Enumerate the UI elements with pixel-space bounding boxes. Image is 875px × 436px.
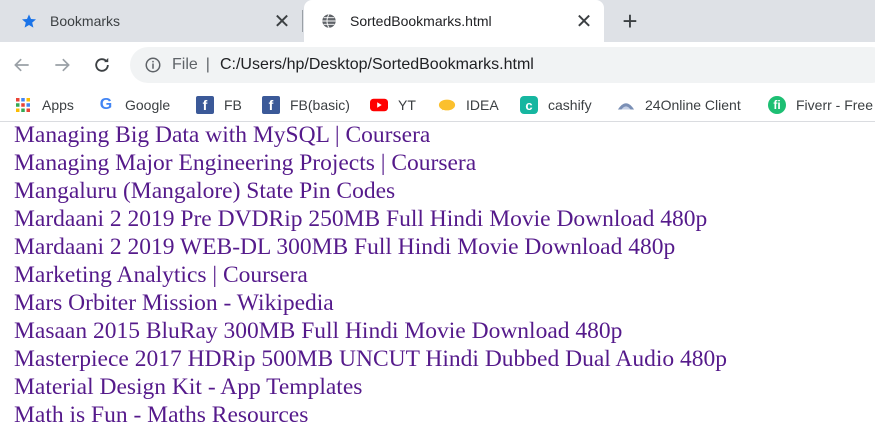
reload-icon xyxy=(95,57,109,72)
bookmark-link[interactable]: Marketing Analytics | Coursera xyxy=(14,261,875,289)
address-bar[interactable]: File | C:/Users/hp/Desktop/SortedBookmar… xyxy=(130,47,875,83)
close-tab-icon[interactable]: ✕ xyxy=(570,7,598,35)
bookmark-24online[interactable]: 24Online Client xyxy=(617,88,741,122)
bookmark-link[interactable]: Mangaluru (Mangalore) State Pin Codes xyxy=(14,177,875,205)
tab-title: SortedBookmarks.html xyxy=(350,13,492,29)
forward-button[interactable] xyxy=(48,51,76,79)
bookmark-fiverr[interactable]: fi Fiverr - Free xyxy=(768,88,873,122)
bookmark-label: FB xyxy=(224,97,242,113)
tab-bookmarks[interactable]: Bookmarks ✕ xyxy=(0,0,302,42)
bookmark-fb[interactable]: f FB xyxy=(196,88,242,122)
bookmark-link[interactable]: Masaan 2015 BluRay 300MB Full Hindi Movi… xyxy=(14,317,875,345)
bookmark-yt[interactable]: YT xyxy=(370,88,416,122)
bookmark-cashify[interactable]: c cashify xyxy=(520,88,592,122)
tab-strip: Bookmarks ✕ SortedBookmarks.html ✕ + xyxy=(0,0,875,42)
star-icon xyxy=(20,12,38,30)
bookmark-link[interactable]: Mars Orbiter Mission - Wikipedia xyxy=(14,289,875,317)
bookmark-label: Fiverr - Free xyxy=(796,97,873,113)
url-separator: | xyxy=(205,56,210,73)
apps-grid-icon xyxy=(14,96,32,114)
bookmark-label: 24Online Client xyxy=(645,97,741,113)
facebook-icon: f xyxy=(196,96,214,114)
bookmark-link[interactable]: Math is Fun - Maths Resources xyxy=(14,401,875,429)
bookmark-google[interactable]: G Google xyxy=(97,88,170,122)
back-button[interactable] xyxy=(8,51,36,79)
new-tab-button[interactable]: + xyxy=(616,6,644,36)
24online-icon xyxy=(617,96,635,114)
globe-icon xyxy=(320,12,338,30)
tab-divider xyxy=(302,10,303,32)
facebook-icon: f xyxy=(262,96,280,114)
bookmark-link[interactable]: Managing Big Data with MySQL | Coursera xyxy=(14,121,875,149)
bookmark-link[interactable]: Masterpiece 2017 HDRip 500MB UNCUT Hindi… xyxy=(14,345,875,373)
youtube-icon xyxy=(370,96,388,114)
url-text[interactable]: C:/Users/hp/Desktop/SortedBookmarks.html xyxy=(220,56,534,74)
bookmark-label: IDEA xyxy=(466,97,499,113)
bookmark-links-list: Managing Big Data with MySQL | Coursera … xyxy=(14,121,875,429)
tab-sortedbookmarks[interactable]: SortedBookmarks.html ✕ xyxy=(304,0,604,42)
idea-icon xyxy=(438,96,456,114)
bookmark-label: YT xyxy=(398,97,416,113)
fiverr-icon: fi xyxy=(768,96,786,114)
cashify-icon: c xyxy=(520,96,538,114)
reload-button[interactable] xyxy=(88,51,116,79)
tab-title: Bookmarks xyxy=(50,13,121,29)
bookmark-label: cashify xyxy=(548,97,592,113)
toolbar: File | C:/Users/hp/Desktop/SortedBookmar… xyxy=(0,42,875,88)
bookmark-label: Apps xyxy=(42,97,74,113)
url-scheme-label: File xyxy=(172,56,198,73)
bookmark-link[interactable]: Mardaani 2 2019 Pre DVDRip 250MB Full Hi… xyxy=(14,205,875,233)
bookmark-link[interactable]: Mardaani 2 2019 WEB-DL 300MB Full Hindi … xyxy=(14,233,875,261)
arrow-left-icon xyxy=(14,58,29,72)
bookmarks-bar: Apps G Google f FB f FB(basic) YT IDEA c… xyxy=(0,88,875,122)
bookmark-label: FB(basic) xyxy=(290,97,350,113)
bookmark-link[interactable]: Managing Major Engineering Projects | Co… xyxy=(14,149,875,177)
arrow-right-icon xyxy=(55,58,70,72)
close-tab-icon[interactable]: ✕ xyxy=(268,7,296,35)
google-icon: G xyxy=(99,96,113,113)
bookmark-link[interactable]: Material Design Kit - App Templates xyxy=(14,373,875,401)
bookmark-apps[interactable]: Apps xyxy=(14,88,74,122)
bookmark-idea[interactable]: IDEA xyxy=(438,88,499,122)
info-icon[interactable] xyxy=(144,56,162,74)
bookmark-fb-basic[interactable]: f FB(basic) xyxy=(262,88,350,122)
bookmark-label: Google xyxy=(125,97,171,113)
